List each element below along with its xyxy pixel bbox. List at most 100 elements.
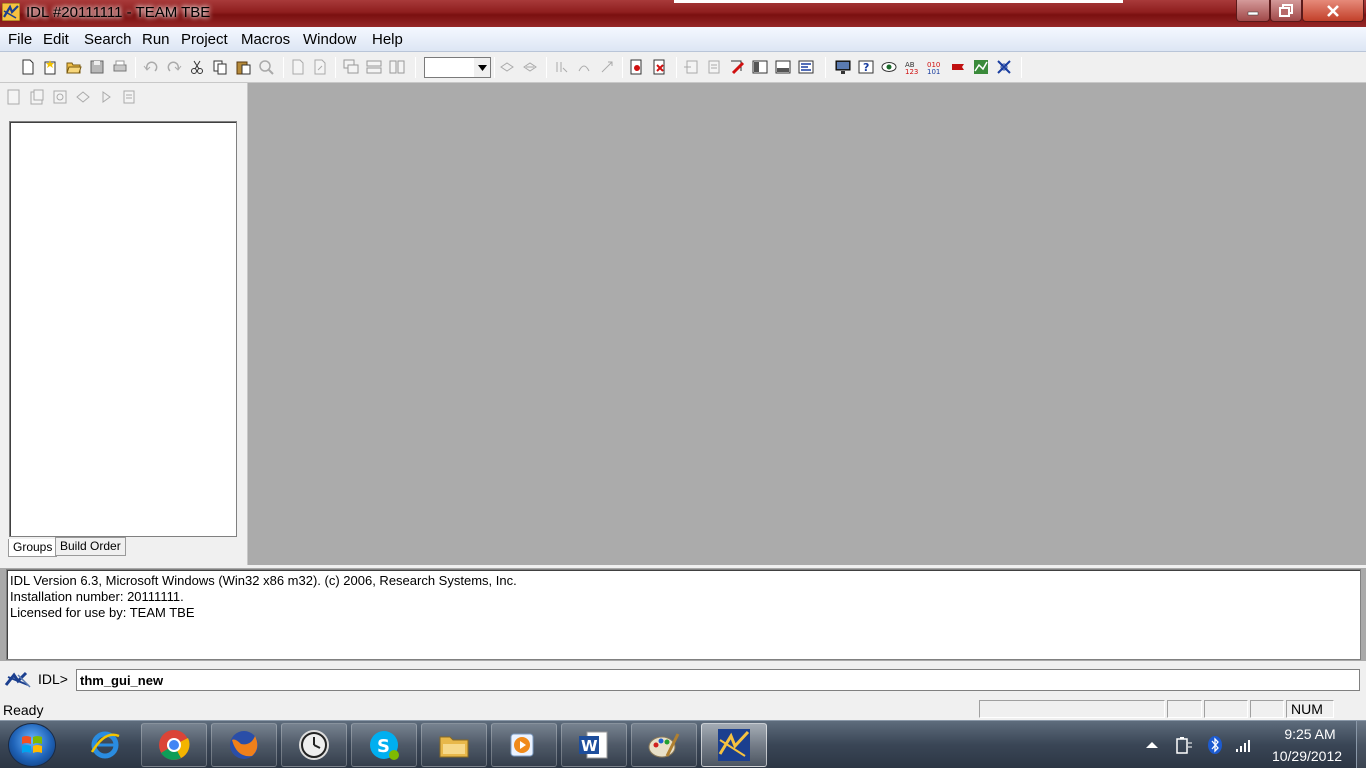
- project-compile-icon[interactable]: [75, 89, 91, 105]
- title-bar: IDL #20111111 - TEAM TBE: [0, 0, 1366, 27]
- menu-edit[interactable]: Edit: [43, 31, 69, 48]
- step-over-icon[interactable]: [576, 59, 592, 75]
- compile-icon[interactable]: [499, 59, 515, 75]
- minimize-icon: [1247, 11, 1259, 15]
- project-run-icon[interactable]: [98, 89, 114, 105]
- menu-search[interactable]: Search: [84, 31, 132, 48]
- toolbar-separator: [415, 57, 416, 78]
- taskbar-idl[interactable]: [701, 723, 767, 767]
- output-line: IDL Version 6.3, Microsoft Windows (Win3…: [10, 573, 517, 588]
- redo-icon[interactable]: [166, 59, 182, 75]
- project-properties-icon[interactable]: [6, 89, 22, 105]
- project-tree[interactable]: [9, 121, 237, 537]
- menu-run[interactable]: Run: [142, 31, 170, 48]
- go-to-icon[interactable]: [683, 59, 699, 75]
- combo-dropdown-arrow[interactable]: [474, 58, 490, 77]
- output-line: Installation number: 20111111.: [10, 589, 184, 604]
- help-query-icon[interactable]: ?: [858, 59, 874, 75]
- taskbar-firefox[interactable]: [211, 723, 277, 767]
- right-pane-icon[interactable]: [775, 59, 791, 75]
- taskbar-file-explorer[interactable]: [421, 723, 487, 767]
- paint-icon: [648, 733, 680, 758]
- paste-icon[interactable]: [235, 59, 251, 75]
- binary-icon[interactable]: 010101: [927, 59, 943, 75]
- tab-build-order[interactable]: Build Order: [55, 537, 126, 556]
- command-input[interactable]: [76, 669, 1360, 691]
- bluetooth-icon[interactable]: [1206, 735, 1224, 755]
- project-build-icon[interactable]: [52, 89, 68, 105]
- close-button[interactable]: [1302, 0, 1364, 22]
- show-desktop-button[interactable]: [1356, 721, 1366, 768]
- pane-splitter[interactable]: [0, 565, 1366, 568]
- clock-date[interactable]: 10/29/2012: [1262, 748, 1352, 764]
- taskbar-chrome[interactable]: [141, 723, 207, 767]
- watch-icon[interactable]: [881, 59, 897, 75]
- tile-horizontal-icon[interactable]: [366, 59, 382, 75]
- menu-window[interactable]: Window: [303, 31, 356, 48]
- taskbar-clock-app[interactable]: [281, 723, 347, 767]
- taskbar-paint[interactable]: [631, 723, 697, 767]
- toolbar-separator: [622, 57, 623, 78]
- new-file-icon[interactable]: [20, 59, 36, 75]
- signal-icon[interactable]: [1235, 737, 1253, 753]
- media-player-icon: [510, 733, 534, 757]
- toolbar-separator: [676, 57, 677, 78]
- menu-help[interactable]: Help: [372, 31, 403, 48]
- clock-time[interactable]: 9:25 AM: [1270, 726, 1350, 742]
- indent-icon[interactable]: [290, 59, 306, 75]
- stop-icon[interactable]: [996, 59, 1012, 75]
- find-next-icon[interactable]: [706, 59, 722, 75]
- open-icon[interactable]: [66, 59, 82, 75]
- taskbar-media-player[interactable]: [491, 723, 557, 767]
- toolbar-separator: [283, 57, 284, 78]
- restore-button[interactable]: [1270, 0, 1302, 22]
- output-icon[interactable]: [798, 59, 814, 75]
- editor-area[interactable]: [249, 83, 1366, 565]
- clear-breakpoints-icon[interactable]: [652, 59, 668, 75]
- taskbar-skype[interactable]: S: [351, 723, 417, 767]
- outdent-icon[interactable]: [312, 59, 328, 75]
- menu-macros[interactable]: Macros: [241, 31, 290, 48]
- menu-file[interactable]: File: [8, 31, 32, 48]
- graph-icon[interactable]: [973, 59, 989, 75]
- minimize-button[interactable]: [1236, 0, 1270, 22]
- left-pane-icon[interactable]: [752, 59, 768, 75]
- edit-icon[interactable]: [729, 59, 745, 75]
- idl-icon: [718, 729, 750, 761]
- print-icon[interactable]: [112, 59, 128, 75]
- taskbar-internet-explorer[interactable]: [72, 723, 138, 767]
- find-icon[interactable]: [258, 59, 274, 75]
- cut-icon[interactable]: [189, 59, 205, 75]
- variables-icon[interactable]: AB123: [904, 59, 920, 75]
- new-project-icon[interactable]: [42, 59, 58, 75]
- project-options-icon[interactable]: [121, 89, 137, 105]
- menu-bar: File Edit Search Run Project Macros Wind…: [0, 27, 1366, 52]
- toolbar-combo[interactable]: [424, 57, 491, 78]
- taskbar-word[interactable]: W: [561, 723, 627, 767]
- tile-vertical-icon[interactable]: [389, 59, 405, 75]
- run-icon[interactable]: [522, 59, 538, 75]
- status-pane: [979, 700, 1165, 718]
- flag-icon[interactable]: [950, 59, 966, 75]
- project-toolbar: [0, 83, 248, 111]
- chrome-icon: [159, 730, 190, 760]
- step-out-icon[interactable]: [599, 59, 615, 75]
- undo-icon[interactable]: [143, 59, 159, 75]
- idl-app-icon[interactable]: [2, 3, 20, 21]
- breakpoint-icon[interactable]: [629, 59, 645, 75]
- status-pane: [1250, 700, 1284, 718]
- svg-text:?: ?: [863, 61, 869, 74]
- cascade-icon[interactable]: [343, 59, 359, 75]
- output-log[interactable]: IDL Version 6.3, Microsoft Windows (Win3…: [6, 569, 1361, 660]
- display-icon[interactable]: [835, 59, 851, 75]
- project-add-icon[interactable]: [29, 89, 45, 105]
- tab-groups[interactable]: Groups: [8, 539, 58, 557]
- menu-project[interactable]: Project: [181, 31, 228, 48]
- start-button[interactable]: [8, 723, 56, 767]
- save-icon[interactable]: [89, 59, 105, 75]
- taskbar: S W 9:25 AM 10/29/2012: [0, 720, 1366, 768]
- battery-icon[interactable]: [1174, 735, 1194, 755]
- step-into-icon[interactable]: [553, 59, 569, 75]
- copy-icon[interactable]: [212, 59, 228, 75]
- show-hidden-icons-icon[interactable]: [1146, 740, 1158, 748]
